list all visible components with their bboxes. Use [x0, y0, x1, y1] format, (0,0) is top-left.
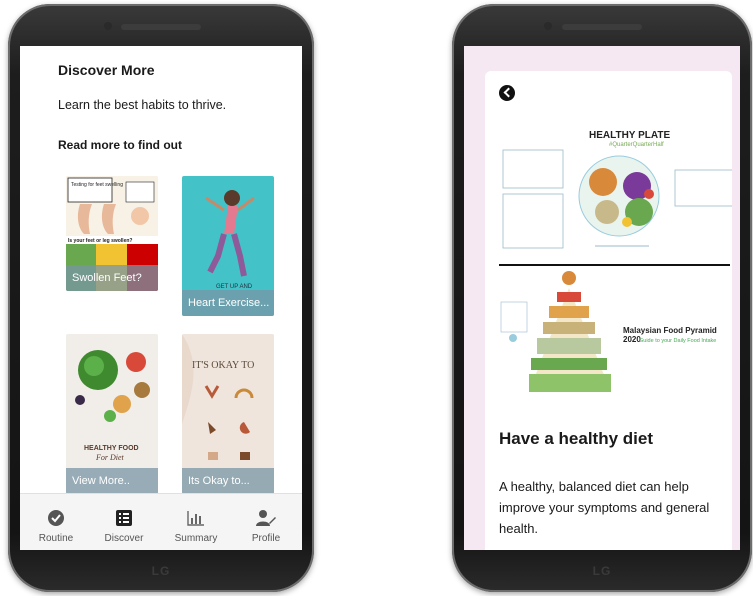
nav-summary[interactable]: Summary: [164, 509, 228, 544]
card-image-text-2: Is your feet or leg swollen?: [68, 238, 132, 244]
nav-discover[interactable]: Discover: [92, 509, 156, 544]
plate-image-subtitle: #QuarterQuarterHalf: [609, 142, 664, 148]
list-icon: [116, 510, 132, 526]
card-image-text: IT'S OKAY TO: [192, 360, 254, 371]
article-body: A healthy, balanced diet can help improv…: [499, 479, 710, 536]
camera-dot: [104, 22, 112, 30]
article-heading: Have a healthy diet: [499, 429, 654, 448]
brand-logo: LG: [151, 564, 171, 578]
nav-label: Summary: [174, 533, 218, 544]
read-more-label: Read more to find out: [58, 138, 182, 152]
card-image-text: HEALTHY FOOD: [84, 445, 139, 452]
right-screen: HEALTHY PLATE #QuarterQuarterHalf Malays…: [464, 46, 740, 550]
card-heart-exercise[interactable]: GET UP AND Heart Exercise...: [182, 176, 274, 316]
discover-title: Discover More: [58, 62, 155, 78]
speaker-grille: [562, 24, 642, 30]
brand-logo: LG: [592, 564, 612, 578]
nav-routine[interactable]: Routine: [24, 509, 88, 544]
card-caption: Heart Exercise...: [182, 290, 274, 316]
camera-dot: [544, 22, 552, 30]
card-healthy-food[interactable]: HEALTHY FOOD For Diet View More..: [66, 334, 158, 494]
plate-image-title: HEALTHY PLATE: [589, 130, 671, 141]
check-circle-icon: [48, 510, 64, 526]
food-pyramid-image: Malaysian Food Pyramid 2020 Guide to you…: [499, 264, 730, 406]
back-arrow-icon[interactable]: [499, 85, 515, 101]
card-caption: View More..: [66, 468, 158, 494]
discover-subtitle: Learn the best habits to thrive.: [58, 98, 227, 112]
healthy-plate-image: HEALTHY PLATE #QuarterQuarterHalf: [499, 124, 732, 259]
left-screen: Discover More Learn the best habits to t…: [20, 46, 302, 550]
nav-label: Routine: [38, 533, 74, 544]
card-image-text: Testing for feet swelling: [71, 182, 123, 188]
article-card: HEALTHY PLATE #QuarterQuarterHalf Malays…: [485, 71, 732, 550]
right-phone: HEALTHY PLATE #QuarterQuarterHalf Malays…: [452, 4, 752, 592]
nav-profile[interactable]: Profile: [234, 509, 298, 544]
card-image-text-2: For Diet: [95, 453, 125, 462]
speaker-grille: [121, 24, 201, 30]
card-swollen-feet[interactable]: Testing for feet swelling Is your feet o…: [66, 176, 158, 291]
card-caption: Its Okay to...: [182, 468, 274, 494]
discover-section: Discover More Learn the best habits to t…: [20, 46, 302, 494]
card-caption: Swollen Feet?: [66, 265, 158, 291]
user-edit-icon: [256, 510, 276, 526]
card-its-okay[interactable]: IT'S OKAY TO Its Okay to...: [182, 334, 274, 494]
nav-label: Discover: [104, 533, 144, 544]
left-phone: Discover More Learn the best habits to t…: [8, 4, 314, 592]
nav-label: Profile: [251, 533, 281, 544]
bar-chart-icon: [187, 511, 204, 526]
pyramid-image-subtitle: Guide to your Daily Food Intake: [639, 338, 717, 344]
bottom-nav: Routine Discover Summary Profile: [20, 493, 302, 550]
